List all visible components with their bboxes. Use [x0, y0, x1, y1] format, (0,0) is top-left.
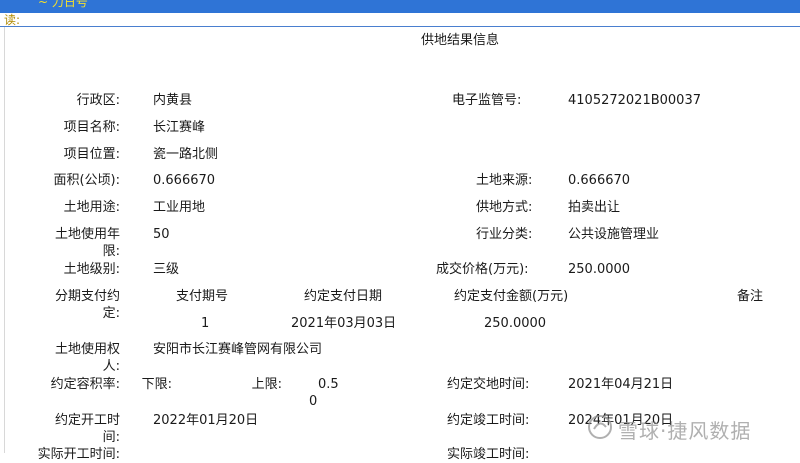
completion-time-label: 约定竣工时间:: [447, 413, 530, 428]
supervision-no-value: 4105272021B00037: [568, 93, 701, 108]
supply-method-label: 供地方式:: [476, 200, 533, 215]
start-time-label: 约定开工时间:: [54, 413, 120, 445]
industry-value: 公共设施管理业: [568, 227, 660, 242]
installment-header-period: 支付期号: [176, 289, 229, 304]
use-years-label: 土地使用年限:: [54, 227, 120, 259]
use-years-value: 50: [153, 227, 170, 242]
district-value: 内黄县: [153, 93, 193, 108]
land-use-value: 工业用地: [153, 200, 206, 215]
project-name-label: 项目名称:: [63, 120, 120, 135]
top-bar-text: ~ 力日号: [38, 0, 88, 9]
installment-label: 分期支付约定:: [54, 289, 120, 321]
land-use-label: 土地用途:: [63, 200, 120, 215]
actual-completion-label: 实际竣工时间:: [447, 447, 530, 462]
start-time-value: 2022年01月20日: [153, 413, 259, 428]
land-source-value: 0.666670: [568, 173, 631, 188]
installment-period: 1: [201, 316, 210, 331]
installment-header-amount: 约定支付金额(万元): [454, 289, 569, 304]
land-user-label: 土地使用权人:: [54, 342, 120, 374]
plot-ratio-upper-label: 上限:: [251, 377, 282, 392]
snowball-logo-icon: [588, 415, 612, 439]
actual-start-label: 实际开工时间:: [37, 447, 120, 462]
top-bar: ~ 力日号: [0, 0, 800, 13]
plot-ratio-upper-value: 0: [309, 394, 318, 409]
supply-method-value: 拍卖出让: [568, 200, 621, 215]
plot-ratio-lower-label: 下限:: [141, 377, 172, 392]
handover-time-label: 约定交地时间:: [447, 377, 530, 392]
sub-bar-text: 读:: [4, 13, 21, 27]
watermark: 雪球·捷风数据: [586, 411, 786, 447]
installment-amount: 250.0000: [484, 316, 547, 331]
handover-time-value: 2021年04月21日: [568, 377, 674, 392]
deal-price-label: 成交价格(万元):: [436, 262, 529, 277]
project-name-value: 长江赛峰: [153, 120, 206, 135]
land-source-label: 土地来源:: [476, 173, 533, 188]
deal-price-value: 250.0000: [568, 262, 631, 277]
sub-bar: 读:: [0, 13, 800, 27]
district-label: 行政区:: [76, 93, 120, 108]
installment-date: 2021年03月03日: [291, 316, 397, 331]
plot-ratio-lower-value: 0.5: [318, 377, 339, 392]
project-location-label: 项目位置:: [63, 147, 120, 162]
area-label: 面积(公顷):: [53, 173, 120, 188]
area-value: 0.666670: [153, 173, 216, 188]
installment-header-note: 备注: [737, 289, 764, 304]
land-grade-value: 三级: [153, 262, 180, 277]
page-title: 供地结果信息: [420, 33, 499, 48]
supervision-no-label: 电子监管号:: [452, 93, 522, 108]
project-location-value: 瓷一路北侧: [153, 147, 219, 162]
watermark-text: 雪球·捷风数据: [618, 419, 752, 443]
land-user-value: 安阳市长江赛峰管网有限公司: [153, 342, 323, 357]
installment-header-date: 约定支付日期: [304, 289, 383, 304]
industry-label: 行业分类:: [476, 227, 533, 242]
land-grade-label: 土地级别:: [63, 262, 120, 277]
plot-ratio-label: 约定容积率:: [50, 377, 120, 392]
